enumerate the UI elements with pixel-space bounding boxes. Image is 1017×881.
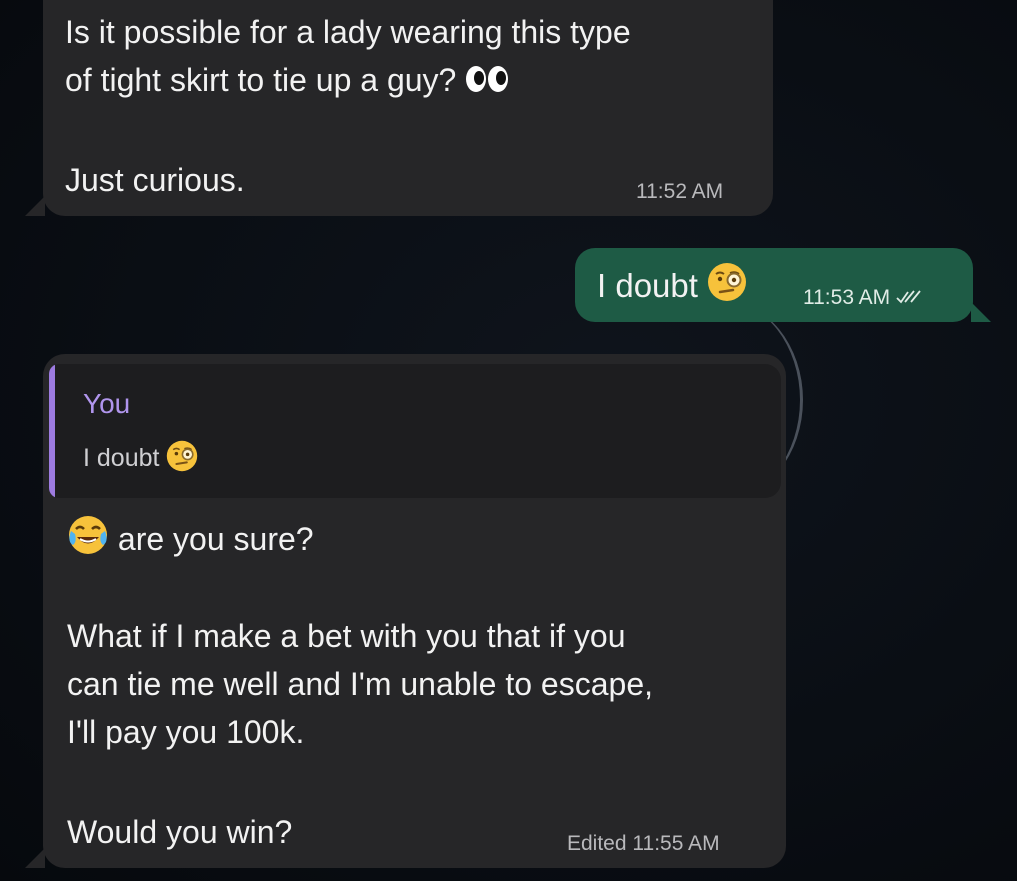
chat-area: Is it possible for a lady wearing this t… xyxy=(0,0,1017,881)
incoming-message-bubble[interactable]: Is it possible for a lady wearing this t… xyxy=(25,0,773,216)
message-timestamp: 11:52 AM xyxy=(636,180,724,203)
face-with-monocle-emoji-icon xyxy=(707,262,747,315)
message-text: are you sure? xyxy=(67,514,314,569)
eyes-emoji-icon xyxy=(465,59,509,107)
reply-quote[interactable]: You I doubt xyxy=(49,364,781,498)
message-text: Would you win? xyxy=(67,814,293,850)
bubble-tail xyxy=(971,302,991,322)
message-text: I doubt xyxy=(597,262,747,315)
message-timestamp: 11:53 AM xyxy=(803,286,922,310)
face-with-tears-of-joy-emoji-icon xyxy=(67,514,109,569)
face-with-monocle-emoji-icon xyxy=(166,440,198,479)
reply-text: I doubt xyxy=(83,440,198,479)
reply-author: You xyxy=(83,388,131,419)
edited-label: Edited xyxy=(567,832,627,855)
incoming-message-bubble[interactable]: You I doubt are you sure? What if I make… xyxy=(25,354,786,868)
message-text: Just curious. xyxy=(65,162,245,198)
message-text: Is it possible for a lady wearing this t… xyxy=(65,8,631,107)
message-timestamp: Edited 11:55 AM xyxy=(567,832,720,855)
message-text: What if I make a bet with you that if yo… xyxy=(67,618,653,750)
double-check-icon xyxy=(896,286,922,309)
outgoing-message-bubble[interactable]: I doubt 11:53 AM xyxy=(575,248,991,322)
reply-accent-bar xyxy=(49,364,55,498)
bubble-tail xyxy=(25,196,45,216)
bubble-tail xyxy=(25,848,45,868)
